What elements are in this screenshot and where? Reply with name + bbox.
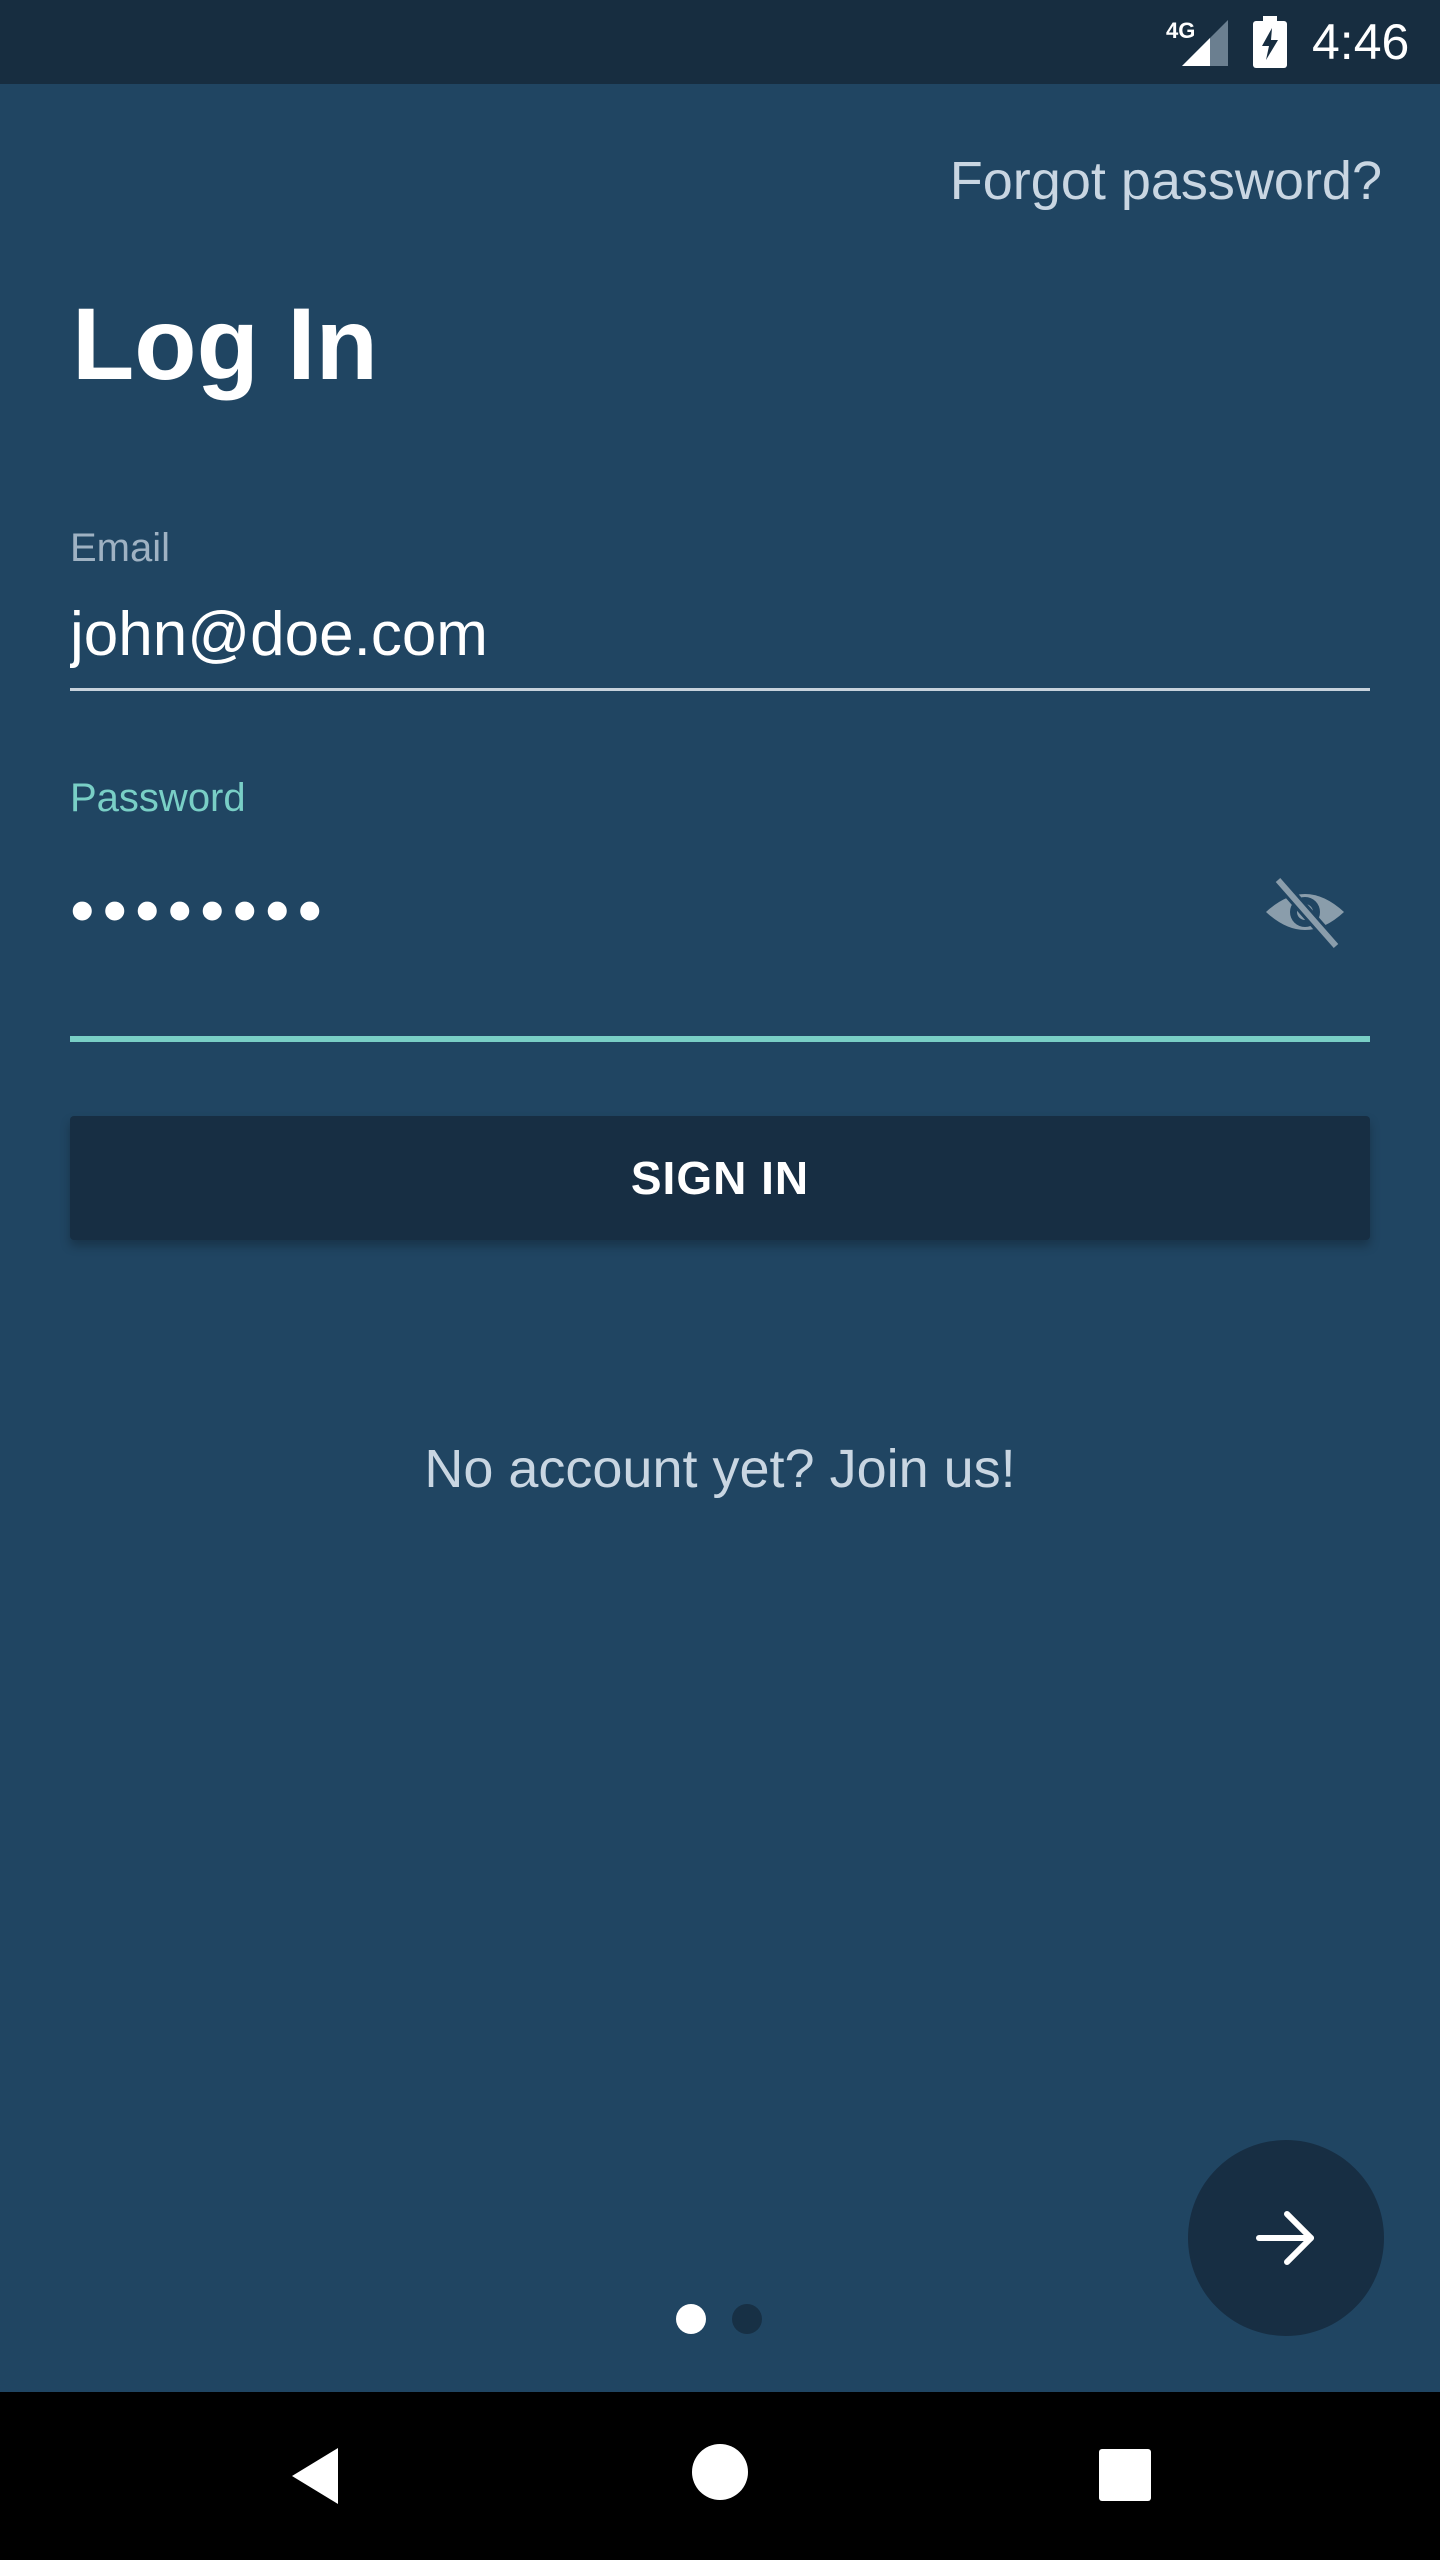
next-button[interactable]	[1188, 2140, 1384, 2336]
arrow-right-icon	[1256, 2211, 1314, 2265]
login-screen: Forgot password? Log In Email Password S…	[0, 84, 1440, 2392]
signal-icon	[1182, 20, 1228, 66]
sign-in-button[interactable]: SIGN IN	[70, 1116, 1370, 1240]
toggle-password-visibility[interactable]	[1260, 874, 1350, 950]
page-indicator-dot	[732, 2304, 762, 2334]
email-label: Email	[70, 526, 171, 570]
network-indicator: 4G	[1166, 18, 1230, 68]
email-field: Email	[70, 524, 1370, 696]
back-icon	[292, 2448, 338, 2504]
navigation-bar	[0, 2392, 1440, 2560]
home-button[interactable]	[690, 2442, 750, 2507]
clock: 4:46	[1312, 14, 1410, 70]
forgot-password-link[interactable]: Forgot password?	[950, 148, 1382, 214]
recents-button[interactable]	[1098, 2448, 1152, 2507]
email-input[interactable]	[70, 588, 1370, 680]
recents-icon	[1099, 2449, 1151, 2501]
page-title: Log In	[72, 287, 378, 401]
page-indicator-dot-active	[676, 2304, 706, 2334]
email-underline	[70, 688, 1370, 691]
home-icon	[692, 2444, 748, 2500]
password-label: Password	[70, 776, 246, 820]
eye-off-icon	[1266, 876, 1344, 950]
back-button[interactable]	[288, 2446, 342, 2511]
battery-charging-icon	[1253, 16, 1287, 68]
status-bar: 4G 4:46	[0, 0, 1440, 84]
join-link[interactable]: No account yet? Join us!	[0, 1436, 1440, 1502]
password-input[interactable]	[70, 860, 1250, 960]
password-underline	[70, 1036, 1370, 1042]
password-field: Password	[70, 774, 1370, 1042]
